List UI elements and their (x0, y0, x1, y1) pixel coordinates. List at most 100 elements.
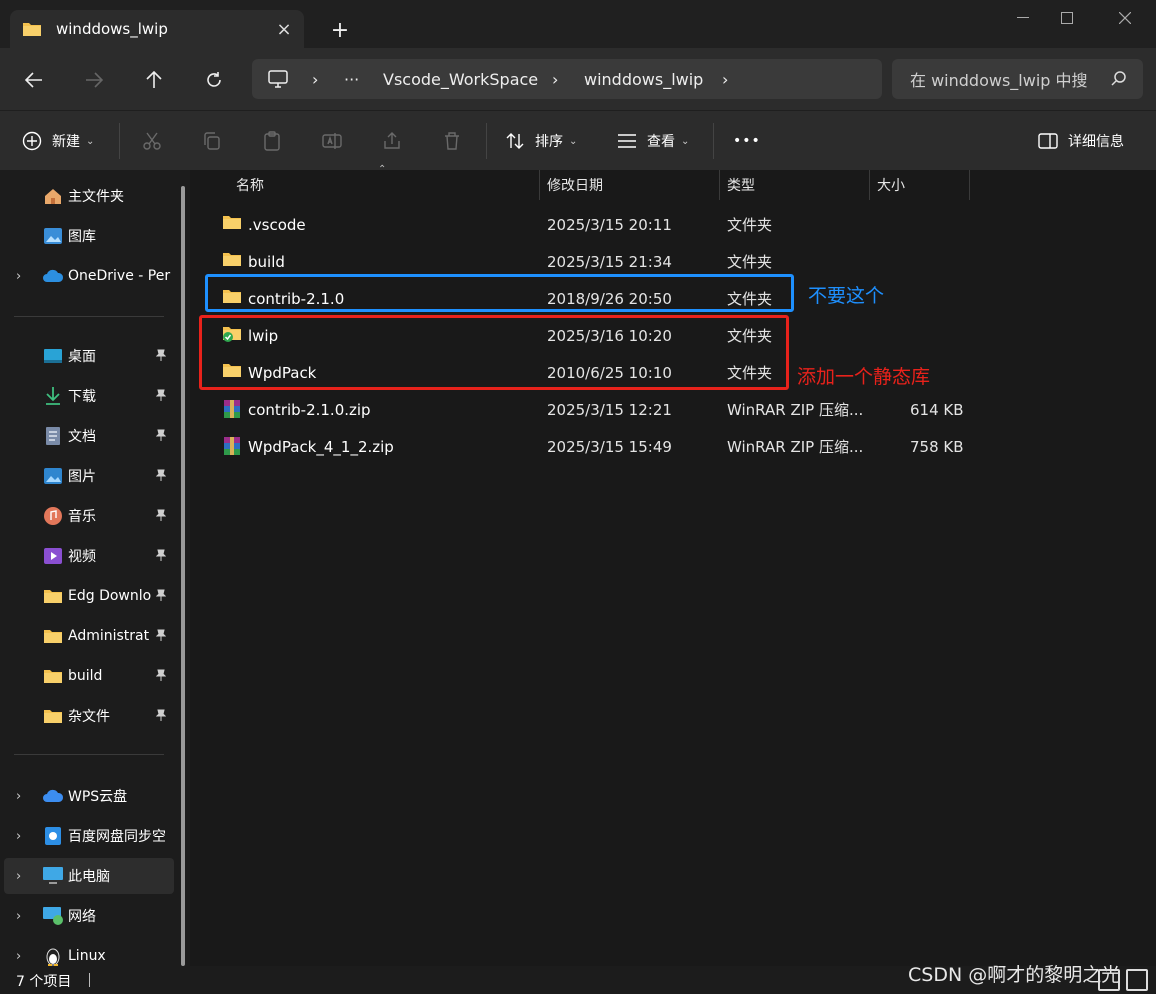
column-divider[interactable] (539, 170, 540, 200)
sidebar-item-administrator[interactable]: Administrat (0, 618, 176, 654)
sidebar-item-music[interactable]: 音乐 (0, 498, 176, 534)
back-button[interactable] (18, 64, 50, 96)
item-count: 7 个项目 (16, 974, 72, 990)
new-button[interactable]: 新建 ⌄ (22, 111, 94, 171)
file-modified: 2025/3/15 12:21 (547, 400, 672, 419)
details-view-icon[interactable] (1098, 969, 1120, 991)
sidebar-item-desktop[interactable]: 桌面 (0, 338, 176, 374)
linux-penguin-icon (42, 945, 64, 966)
cut-button[interactable] (142, 111, 162, 171)
column-header-type[interactable]: 类型 (727, 170, 867, 200)
new-tab-button[interactable]: + (326, 16, 354, 44)
expand-chevron-icon[interactable]: › (16, 829, 21, 844)
sidebar-item-documents[interactable]: 文档 (0, 418, 176, 454)
sidebar-item-videos[interactable]: 视频 (0, 538, 176, 574)
pin-icon[interactable] (155, 709, 167, 724)
file-row[interactable]: WpdPack_4_1_2.zip 2025/3/15 15:49 WinRAR… (198, 428, 964, 465)
search-input[interactable]: 在 winddows_lwip 中搜 (910, 67, 1092, 91)
minimize-button[interactable] (1000, 6, 1046, 30)
share-button[interactable] (382, 111, 402, 171)
folder-icon (42, 625, 64, 647)
folder-icon (42, 705, 64, 727)
forward-arrow-icon (86, 72, 103, 88)
column-divider[interactable] (969, 170, 970, 200)
expand-chevron-icon[interactable]: › (16, 789, 21, 804)
column-divider[interactable] (719, 170, 720, 200)
expand-chevron-icon[interactable]: › (16, 269, 21, 284)
expand-chevron-icon[interactable]: › (16, 909, 21, 924)
pin-icon[interactable] (155, 469, 167, 484)
breadcrumb-overflow-button[interactable]: ··· (344, 59, 359, 99)
pin-icon[interactable] (155, 549, 167, 564)
view-button[interactable]: 查看 ⌄ (617, 111, 689, 171)
sidebar-item-edg-downloads[interactable]: Edg Downlo (0, 578, 176, 614)
breadcrumb-separator-icon[interactable]: › (722, 59, 728, 99)
tiles-view-icon[interactable] (1126, 969, 1148, 991)
up-button[interactable] (138, 64, 170, 96)
pin-icon[interactable] (155, 509, 167, 524)
copy-icon (204, 132, 220, 150)
close-tab-icon[interactable]: × (272, 17, 296, 41)
rename-button[interactable] (322, 111, 342, 171)
music-icon (42, 505, 64, 527)
pin-icon[interactable] (155, 429, 167, 444)
sidebar-item-baidu-netdisk[interactable]: › 百度网盘同步空 (0, 818, 176, 854)
breadcrumb-vscode-workspace[interactable]: Vscode_WorkSpace (383, 59, 538, 99)
sidebar-item-this-pc[interactable]: › 此电脑 (4, 858, 174, 894)
refresh-button[interactable] (198, 64, 230, 96)
delete-button[interactable] (442, 111, 462, 171)
clipboard-icon (264, 131, 280, 151)
monitor-icon[interactable] (268, 59, 288, 99)
sidebar-item-gallery[interactable]: 图库 (0, 218, 176, 254)
sort-label: 排序 (535, 134, 563, 150)
sidebar-item-build[interactable]: build (0, 658, 176, 694)
winrar-archive-icon (222, 399, 244, 419)
breadcrumb-separator-icon[interactable]: › (312, 59, 318, 99)
pin-icon[interactable] (155, 349, 167, 364)
file-row[interactable]: .vscode 2025/3/15 20:11 文件夹 (198, 206, 958, 243)
tab-title: winddows_lwip (56, 20, 168, 38)
search-icon[interactable] (1111, 70, 1127, 90)
column-header-modified[interactable]: 修改日期 (547, 170, 717, 200)
pin-icon[interactable] (155, 389, 167, 404)
column-divider[interactable] (869, 170, 870, 200)
sidebar-item-downloads[interactable]: 下载 (0, 378, 176, 414)
videos-icon (42, 545, 64, 567)
sort-button[interactable]: 排序 ⌄ (505, 111, 577, 171)
breadcrumb-separator-icon[interactable]: › (552, 59, 558, 99)
close-window-button[interactable] (1102, 6, 1148, 30)
sidebar-item-pictures[interactable]: 图片 (0, 458, 176, 494)
tab-winddows-lwip[interactable]: winddows_lwip × (10, 10, 304, 48)
pin-icon[interactable] (155, 629, 167, 644)
winrar-archive-icon (222, 436, 244, 456)
copy-button[interactable] (202, 111, 222, 171)
column-header-size[interactable]: 大小 (877, 170, 967, 200)
sidebar-item-label: 图库 (68, 229, 96, 245)
expand-chevron-icon[interactable]: › (16, 949, 21, 964)
sidebar-item-onedrive[interactable]: › OneDrive - Per (0, 258, 176, 294)
sidebar-item-wps-cloud[interactable]: › WPS云盘 (0, 778, 176, 814)
pin-icon[interactable] (155, 669, 167, 684)
file-row[interactable]: contrib-2.1.0.zip 2025/3/15 12:21 WinRAR… (198, 391, 964, 428)
maximize-button[interactable] (1044, 6, 1090, 30)
breadcrumb-winddows-lwip[interactable]: winddows_lwip (584, 59, 703, 99)
details-pane-button[interactable]: 详细信息 (1038, 111, 1124, 171)
forward-button[interactable] (78, 64, 110, 96)
back-arrow-icon (25, 72, 42, 88)
view-label: 查看 (647, 134, 675, 150)
paste-button[interactable] (262, 111, 282, 171)
more-options-button[interactable]: ••• (733, 111, 761, 171)
toolbar-divider (486, 123, 487, 159)
address-bar[interactable]: › ··· Vscode_WorkSpace › winddows_lwip › (252, 59, 882, 99)
pin-icon[interactable] (155, 589, 167, 604)
sidebar-item-misc-files[interactable]: 杂文件 (0, 698, 176, 734)
sidebar-item-linux[interactable]: › Linux (0, 938, 176, 966)
folder-icon (222, 251, 244, 271)
expand-chevron-icon[interactable]: › (16, 869, 21, 884)
column-header-label: 大小 (877, 178, 905, 194)
sidebar-scrollbar[interactable] (181, 186, 185, 966)
search-box[interactable]: 在 winddows_lwip 中搜 (892, 59, 1143, 99)
sidebar-item-network[interactable]: › 网络 (0, 898, 176, 934)
folder-icon (222, 214, 244, 234)
sidebar-item-home[interactable]: 主文件夹 (0, 178, 176, 214)
